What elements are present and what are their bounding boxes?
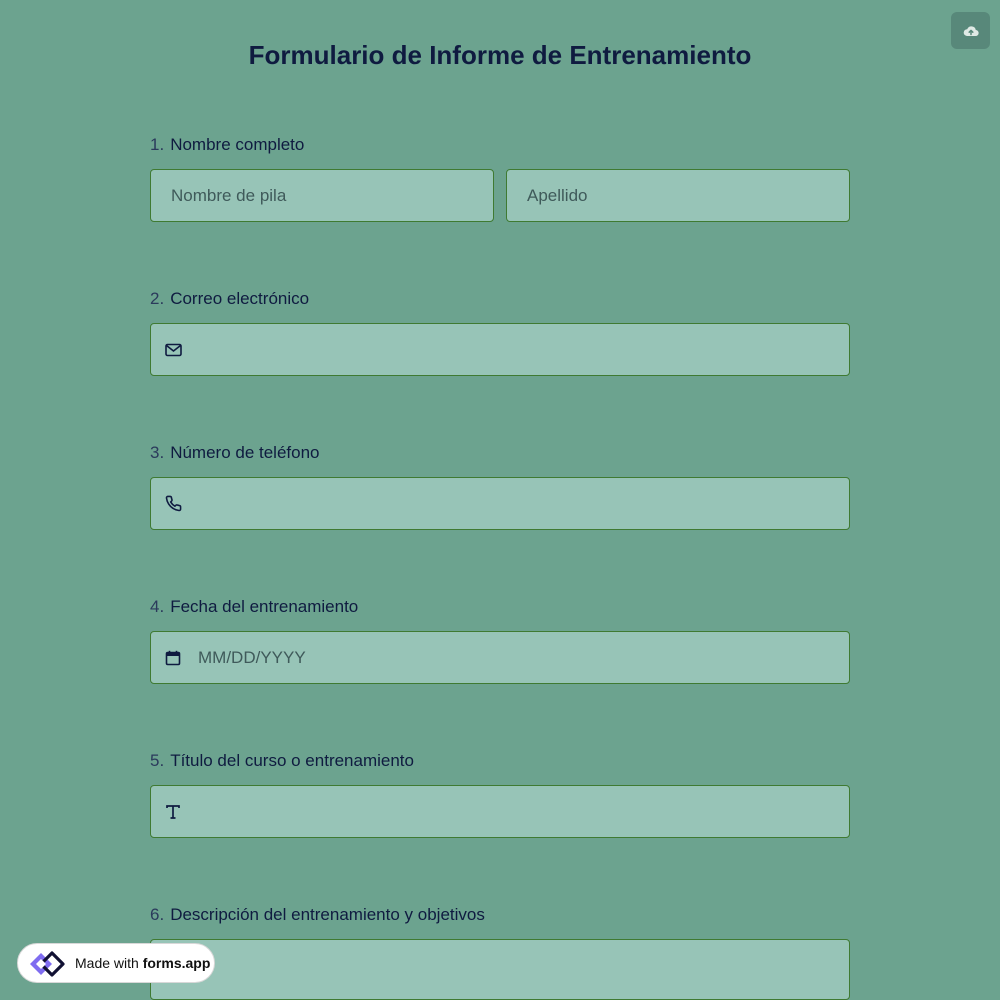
question-label: 5. Título del curso o entrenamiento: [150, 751, 850, 771]
question-text: Correo electrónico: [170, 289, 310, 308]
question-number: 1.: [150, 135, 165, 154]
badge-text: Made with forms.app: [75, 955, 210, 971]
question-label: 6. Descripción del entrenamiento y objet…: [150, 905, 850, 925]
course-title-field[interactable]: [150, 785, 850, 838]
cloud-upload-icon: [963, 25, 979, 37]
badge-made-with: Made with: [75, 955, 139, 971]
question-description: 6. Descripción del entrenamiento y objet…: [150, 905, 850, 925]
question-label: 4. Fecha del entrenamiento: [150, 597, 850, 617]
question-label: 3. Número de teléfono: [150, 443, 850, 463]
question-text: Descripción del entrenamiento y objetivo…: [170, 905, 485, 924]
question-number: 4.: [150, 597, 165, 616]
calendar-icon: [165, 650, 181, 666]
question-course-title: 5. Título del curso o entrenamiento: [150, 751, 850, 771]
phone-field[interactable]: [150, 477, 850, 530]
question-text: Fecha del entrenamiento: [170, 597, 359, 616]
date-placeholder: MM/DD/YYYY: [198, 647, 306, 667]
question-number: 5.: [150, 751, 165, 770]
made-with-badge[interactable]: Made with forms.app: [17, 943, 215, 983]
question-label: 1. Nombre completo: [150, 135, 850, 155]
forms-app-logo-icon: [27, 947, 67, 979]
phone-icon: [165, 495, 182, 512]
question-text: Nombre completo: [170, 135, 305, 154]
question-text: Número de teléfono: [170, 443, 320, 462]
question-text: Título del curso o entrenamiento: [170, 751, 414, 770]
description-textarea[interactable]: [150, 939, 850, 1000]
last-name-placeholder: Apellido: [527, 185, 588, 205]
question-phone: 3. Número de teléfono: [150, 443, 850, 463]
training-date-field[interactable]: MM/DD/YYYY: [150, 631, 850, 684]
page-title: Formulario de Informe de Entrenamiento: [248, 40, 752, 70]
question-number: 6.: [150, 905, 165, 924]
mail-icon: [165, 343, 182, 357]
question-full-name: 1. Nombre completo: [150, 135, 850, 155]
text-icon: [165, 804, 181, 820]
question-email: 2. Correo electrónico: [150, 289, 850, 309]
question-number: 3.: [150, 443, 165, 462]
last-name-input[interactable]: Apellido: [506, 169, 850, 222]
first-name-input[interactable]: Nombre de pila: [150, 169, 494, 222]
question-training-date: 4. Fecha del entrenamiento: [150, 597, 850, 617]
question-number: 2.: [150, 289, 165, 308]
badge-brand: forms.app: [142, 955, 211, 971]
first-name-placeholder: Nombre de pila: [171, 185, 287, 205]
question-label: 2. Correo electrónico: [150, 289, 850, 309]
email-field[interactable]: [150, 323, 850, 376]
